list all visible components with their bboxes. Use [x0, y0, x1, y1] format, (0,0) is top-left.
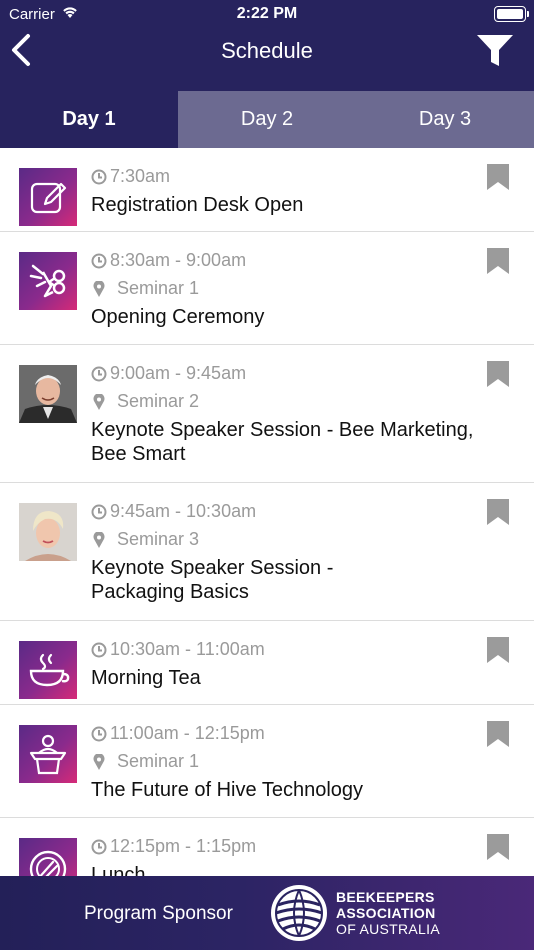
- session-title: Keynote Speaker Session - Bee Marketing,…: [91, 419, 474, 465]
- session-time: 12:15pm - 1:15pm: [110, 836, 257, 856]
- bookmark-icon: [487, 164, 509, 190]
- bookmark-button[interactable]: [487, 834, 509, 860]
- clock-icon: [91, 366, 107, 382]
- coffee-cup-icon: [19, 641, 77, 699]
- session-location-row: Seminar 1: [91, 278, 199, 299]
- session-time: 7:30am: [110, 166, 171, 186]
- bookmark-button[interactable]: [487, 637, 509, 663]
- session-time: 8:30am - 9:00am: [110, 250, 247, 270]
- session-location: Seminar 1: [117, 751, 200, 771]
- ribbon-cutting-icon: [19, 252, 77, 310]
- list-item[interactable]: 7:30am Registration Desk Open: [0, 148, 534, 232]
- lectern-speaker-icon: [19, 725, 77, 783]
- bookmark-button[interactable]: [487, 164, 509, 190]
- bookmark-button[interactable]: [487, 248, 509, 274]
- location-pin-icon: [93, 530, 109, 548]
- sponsor-label: Program Sponsor: [84, 903, 233, 924]
- session-location: Seminar 2: [117, 391, 200, 411]
- sponsor-banner[interactable]: Program Sponsor BEEKEEPERS ASSOCIATION O…: [0, 876, 534, 950]
- session-location-row: Seminar 3: [91, 529, 199, 550]
- page-title: Schedule: [221, 38, 313, 63]
- bookmark-icon: [487, 499, 509, 525]
- session-list: 7:30am Registration Desk Open 8:30am - 9…: [0, 148, 534, 876]
- day-tabs: Day 1 Day 2 Day 3: [0, 91, 534, 148]
- bookmark-icon: [487, 637, 509, 663]
- session-time: 10:30am - 11:00am: [110, 639, 265, 659]
- session-time-row: 10:30am - 11:00am: [91, 639, 265, 660]
- tab-day-1[interactable]: Day 1: [0, 91, 178, 148]
- bookmark-icon: [487, 834, 509, 860]
- bookmark-button[interactable]: [487, 721, 509, 747]
- location-pin-icon: [93, 392, 109, 410]
- sponsor-name-line: BEEKEEPERS: [336, 889, 435, 905]
- session-time: 9:45am - 10:30am: [110, 501, 257, 521]
- session-location: Seminar 3: [117, 529, 200, 549]
- clock-icon: [91, 726, 107, 742]
- clock-icon: [91, 253, 107, 269]
- bookmark-button[interactable]: [487, 499, 509, 525]
- bookmark-button[interactable]: [487, 361, 509, 387]
- location-pin-icon: [93, 752, 109, 770]
- session-time-row: 12:15pm - 1:15pm: [91, 836, 256, 857]
- clock-icon: [91, 169, 107, 185]
- list-item[interactable]: 9:45am - 10:30am Seminar 3 Keynote Speak…: [0, 483, 534, 621]
- status-time: 2:22 PM: [236, 5, 298, 22]
- session-time-row: 7:30am: [91, 166, 170, 187]
- session-time-row: 8:30am - 9:00am: [91, 250, 246, 271]
- globe-logo-icon: [269, 883, 329, 943]
- list-item[interactable]: 11:00am - 12:15pm Seminar 1 The Future o…: [0, 705, 534, 818]
- filter-button[interactable]: [476, 33, 514, 69]
- session-location-row: Seminar 1: [91, 751, 199, 772]
- list-item[interactable]: 9:00am - 9:45am Seminar 2 Keynote Speake…: [0, 345, 534, 483]
- session-title: Morning Tea: [91, 667, 201, 689]
- list-item[interactable]: 12:15pm - 1:15pm Lunch: [0, 818, 534, 876]
- session-title: The Future of Hive Technology: [91, 779, 364, 801]
- nav-bar: Schedule: [0, 30, 534, 90]
- clock-icon: [91, 642, 107, 658]
- tab-day-2[interactable]: Day 2: [178, 91, 356, 148]
- session-title: Lunch: [91, 864, 146, 876]
- sponsor-name: BEEKEEPERS ASSOCIATION OF AUSTRALIA: [336, 889, 440, 937]
- battery-icon: [494, 6, 529, 22]
- speaker-photo: [19, 503, 77, 561]
- tab-day-3[interactable]: Day 3: [356, 91, 534, 148]
- session-time: 9:00am - 9:45am: [110, 363, 247, 383]
- session-time-row: 11:00am - 12:15pm: [91, 723, 265, 744]
- location-pin-icon: [93, 279, 109, 297]
- bookmark-icon: [487, 248, 509, 274]
- app-header: Carrier 2:22 PM Schedule Day 1 Day 2 Day…: [0, 0, 534, 148]
- sponsor-name-line: OF AUSTRALIA: [336, 921, 440, 937]
- filter-icon: [477, 35, 513, 66]
- session-location: Seminar 1: [117, 278, 200, 298]
- session-time: 11:00am - 12:15pm: [110, 723, 265, 743]
- session-title: Opening Ceremony: [91, 306, 265, 328]
- edit-icon: [19, 168, 77, 226]
- session-time-row: 9:45am - 10:30am: [91, 501, 256, 522]
- speaker-photo: [19, 365, 77, 423]
- session-title: Registration Desk Open: [91, 194, 304, 216]
- session-time-row: 9:00am - 9:45am: [91, 363, 246, 384]
- bookmark-icon: [487, 721, 509, 747]
- sponsor-name-line: ASSOCIATION: [336, 905, 436, 921]
- clock-icon: [91, 839, 107, 855]
- bookmark-icon: [487, 361, 509, 387]
- plate-cutlery-icon: [19, 838, 77, 876]
- session-title: Keynote Speaker Session - Packaging Basi…: [91, 557, 334, 603]
- status-bar: Carrier 2:22 PM: [0, 0, 534, 30]
- list-item[interactable]: 8:30am - 9:00am Seminar 1 Opening Ceremo…: [0, 232, 534, 345]
- list-item[interactable]: 10:30am - 11:00am Morning Tea: [0, 621, 534, 705]
- session-location-row: Seminar 2: [91, 391, 199, 412]
- clock-icon: [91, 504, 107, 520]
